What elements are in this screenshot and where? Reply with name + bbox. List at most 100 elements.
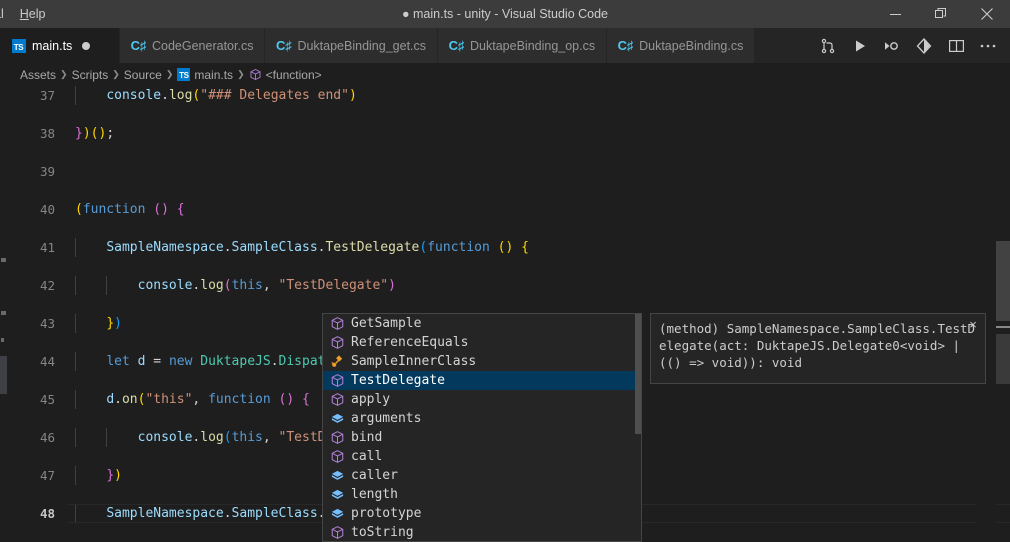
suggestion-item[interactable]: TestDelegate xyxy=(323,371,641,390)
minimize-button[interactable] xyxy=(872,0,918,28)
menu-item-help-mnemonic: H xyxy=(19,7,29,21)
decoration-mark xyxy=(1,311,6,315)
breadcrumb-item-main-ts[interactable]: TS main.ts xyxy=(177,68,233,82)
line-number: 40 xyxy=(39,202,55,217)
suggestion-item[interactable]: GetSample xyxy=(323,314,641,333)
tab-main-ts[interactable]: TS main.ts xyxy=(0,28,120,63)
suggestion-item-label: bind xyxy=(351,430,383,445)
suggestion-item[interactable]: toString xyxy=(323,523,641,541)
line-number: 45 xyxy=(39,392,55,407)
code-line[interactable]: 41 SampleNamespace.SampleClass.TestDeleg… xyxy=(7,238,1010,257)
symbol-method-icon xyxy=(329,316,345,332)
line-number: 39 xyxy=(39,164,55,179)
chevron-right-icon: ❯ xyxy=(60,69,68,79)
tab-duktapebinding-get-cs[interactable]: C♯ DuktapeBinding_get.cs xyxy=(265,28,439,63)
window-title: ● main.ts - unity - Visual Studio Code xyxy=(401,7,609,21)
source-control-icon[interactable] xyxy=(812,28,844,63)
symbol-field-icon xyxy=(329,506,345,522)
code-line[interactable]: 42 console.log(this, "TestDelegate") xyxy=(7,276,1010,295)
breadcrumb: Assets ❯ Scripts ❯ Source ❯ TS main.ts ❯… xyxy=(0,63,1010,86)
tab-duktapebinding-op-cs[interactable]: C♯ DuktapeBinding_op.cs xyxy=(438,28,608,63)
suggestion-scrollbar-thumb[interactable] xyxy=(635,314,641,434)
breadcrumb-label: Assets xyxy=(20,67,57,82)
suggestion-item-label: TestDelegate xyxy=(351,373,445,388)
csharp-file-icon: C♯ xyxy=(130,38,147,53)
git-graph-icon[interactable] xyxy=(908,28,940,63)
editor-actions xyxy=(812,28,1010,63)
suggestion-item[interactable]: apply xyxy=(323,390,641,409)
decoration-mark xyxy=(1,338,4,342)
suggestion-scrollbar[interactable] xyxy=(635,314,641,541)
editor-tab-bar: TS main.ts C♯ CodeGenerator.cs C♯ Duktap… xyxy=(0,28,1010,63)
code-text: (function () { xyxy=(75,202,185,217)
csharp-file-icon: C♯ xyxy=(448,38,465,53)
breadcrumb-label: Scripts xyxy=(71,67,109,82)
suggestion-item-label: apply xyxy=(351,392,391,407)
close-icon[interactable]: × xyxy=(966,317,980,331)
suggestion-item-label: arguments xyxy=(351,411,422,426)
symbol-method-icon xyxy=(329,430,345,446)
unsaved-indicator-icon[interactable] xyxy=(82,41,91,50)
code-line[interactable]: 37 console.log("### Delegates end") xyxy=(7,86,1010,105)
more-actions-icon[interactable] xyxy=(972,28,1004,63)
menu-item-help[interactable]: Help xyxy=(12,0,54,28)
tab-label: DuktapeBinding.cs xyxy=(639,38,744,53)
suggestion-item[interactable]: ReferenceEquals xyxy=(323,333,641,352)
line-number: 47 xyxy=(39,468,55,483)
code-text: }) xyxy=(106,316,122,331)
suggestion-item[interactable]: prototype xyxy=(323,504,641,523)
split-editor-icon[interactable] xyxy=(940,28,972,63)
symbol-field-icon xyxy=(329,468,345,484)
suggestion-list[interactable]: GetSample ReferenceEquals SampleInnerClass… xyxy=(323,314,641,541)
decoration-band xyxy=(0,356,7,394)
tab-codegenerator-cs[interactable]: C♯ CodeGenerator.cs xyxy=(120,28,266,63)
tab-label: DuktapeBinding_op.cs xyxy=(470,38,596,53)
suggestion-item[interactable]: caller xyxy=(323,466,641,485)
code-text: console.log("### Delegates end") xyxy=(106,88,357,103)
code-text: })(); xyxy=(75,126,115,141)
breadcrumb-item-assets[interactable]: Assets xyxy=(20,68,56,82)
breadcrumb-label: <function> xyxy=(265,67,322,82)
code-line[interactable]: 39 xyxy=(7,162,1010,181)
typescript-file-icon: TS xyxy=(11,38,26,53)
symbol-method-icon xyxy=(329,373,345,389)
breadcrumb-label: main.ts xyxy=(194,67,234,82)
vscode-window: al Help ● main.ts - unity - Visual Studi… xyxy=(0,0,1010,542)
breadcrumb-label: Source xyxy=(123,67,162,82)
breadcrumb-item-scripts[interactable]: Scripts xyxy=(72,68,109,82)
code-line[interactable]: 40 (function () { xyxy=(7,200,1010,219)
suggestion-item-label: call xyxy=(351,449,383,464)
close-button[interactable] xyxy=(964,0,1010,28)
suggestion-details-text: (method) SampleNamespace.SampleClass.Tes… xyxy=(659,321,976,370)
line-number: 46 xyxy=(39,430,55,445)
run-play-icon[interactable] xyxy=(844,28,876,63)
scrollbar-thumb[interactable] xyxy=(996,241,1010,321)
tab-label: main.ts xyxy=(32,38,73,53)
suggestion-item[interactable]: call xyxy=(323,447,641,466)
debug-start-icon[interactable] xyxy=(876,28,908,63)
restore-button[interactable] xyxy=(918,0,964,28)
suggestion-item[interactable]: arguments xyxy=(323,409,641,428)
tab-label: CodeGenerator.cs xyxy=(152,38,254,53)
symbol-method-icon xyxy=(329,335,345,351)
suggestion-item-label: prototype xyxy=(351,506,422,521)
code-line[interactable]: 38})(); xyxy=(7,124,1010,143)
line-number: 43 xyxy=(39,316,55,331)
tab-duktapebinding-cs[interactable]: C♯ DuktapeBinding.cs xyxy=(607,28,756,63)
suggestion-item-label: toString xyxy=(351,525,414,540)
symbol-method-icon xyxy=(329,392,345,408)
scrollbar-tick xyxy=(996,326,1010,328)
breadcrumb-item-source[interactable]: Source xyxy=(124,68,162,82)
scrollbar-thumb-secondary[interactable] xyxy=(996,334,1010,384)
suggestion-widget[interactable]: GetSample ReferenceEquals SampleInnerClass… xyxy=(322,313,642,542)
breadcrumb-item-function[interactable]: <function> xyxy=(249,68,322,82)
suggestion-item[interactable]: bind xyxy=(323,428,641,447)
typescript-file-icon: TS xyxy=(177,68,191,81)
suggestion-item[interactable]: length xyxy=(323,485,641,504)
suggestion-item-label: caller xyxy=(351,468,398,483)
decoration-mark xyxy=(1,258,6,262)
editor-vertical-scrollbar[interactable] xyxy=(996,86,1010,542)
code-text: SampleNamespace.SampleClass.TestDelegate… xyxy=(106,240,529,255)
menu-item-terminal[interactable]: al xyxy=(0,0,12,28)
suggestion-item[interactable]: SampleInnerClass xyxy=(323,352,641,371)
